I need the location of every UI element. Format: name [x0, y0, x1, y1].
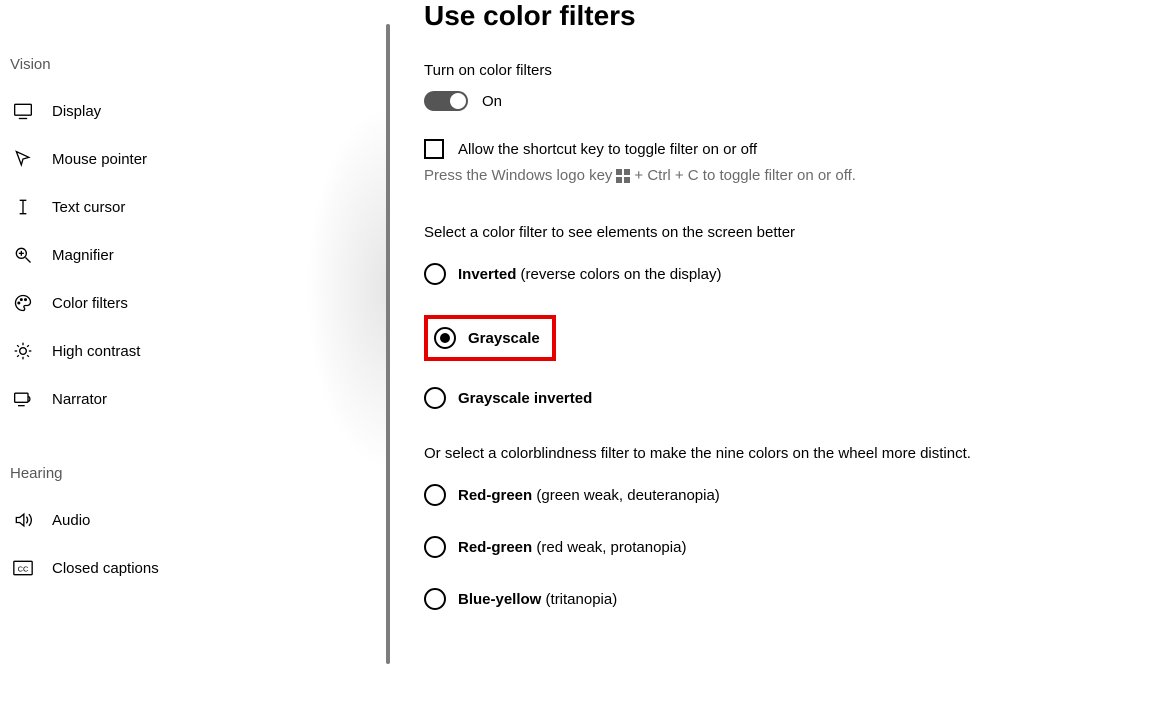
magnifier-icon	[12, 244, 34, 266]
radio-grayscale-inverted[interactable]: Grayscale inverted	[424, 387, 1162, 409]
radio-redgreen-protanopia[interactable]: Red-green (red weak, protanopia)	[424, 536, 1162, 558]
color-filters-toggle[interactable]	[424, 91, 468, 111]
toggle-state-label: On	[482, 93, 502, 110]
svg-text:CC: CC	[18, 564, 29, 573]
radio-button	[434, 327, 456, 349]
radio-label: Grayscale inverted	[458, 390, 592, 407]
radio-inverted[interactable]: Inverted (reverse colors on the display)	[424, 263, 1162, 285]
shortcut-hint: Press the Windows logo key + Ctrl + C to…	[424, 167, 1162, 184]
cc-icon: CC	[12, 557, 34, 579]
page-title: Use color filters	[424, 0, 1162, 32]
select-filter-label: Select a color filter to see elements on…	[424, 224, 1162, 241]
narrator-icon	[12, 388, 34, 410]
radio-blueyellow-tritanopia[interactable]: Blue-yellow (tritanopia)	[424, 588, 1162, 610]
radio-button	[424, 387, 446, 409]
text-cursor-icon	[12, 196, 34, 218]
toggle-knob	[450, 93, 466, 109]
sidebar-item-label: Text cursor	[52, 199, 125, 216]
toggle-row: On	[424, 91, 1162, 111]
sidebar-item-label: Magnifier	[52, 247, 114, 264]
sidebar-item-label: Narrator	[52, 391, 107, 408]
radio-grayscale[interactable]: Grayscale	[434, 327, 540, 349]
radio-redgreen-deuteranopia[interactable]: Red-green (green weak, deuteranopia)	[424, 484, 1162, 506]
radio-button	[424, 263, 446, 285]
radio-label: Grayscale	[468, 330, 540, 347]
sidebar-item-label: High contrast	[52, 343, 140, 360]
sidebar-item-label: Color filters	[52, 295, 128, 312]
sidebar-item-label: Closed captions	[52, 560, 159, 577]
radio-button	[424, 484, 446, 506]
colorblind-filter-label: Or select a colorblindness filter to mak…	[424, 445, 984, 462]
speaker-icon	[12, 509, 34, 531]
shortcut-checkbox-label: Allow the shortcut key to toggle filter …	[458, 141, 757, 158]
windows-logo-icon	[616, 169, 630, 183]
shortcut-checkbox[interactable]	[424, 139, 444, 159]
hint-text-b: + Ctrl + C to toggle filter on or off.	[634, 167, 856, 184]
monitor-icon	[12, 100, 34, 122]
radio-label: Inverted (reverse colors on the display)	[458, 266, 721, 283]
settings-window: Vision Display Mouse pointer Text cursor…	[0, 0, 1162, 720]
radio-label: Red-green (green weak, deuteranopia)	[458, 487, 720, 504]
radio-label: Blue-yellow (tritanopia)	[458, 591, 617, 608]
palette-icon	[12, 292, 34, 314]
sidebar-scrollbar[interactable]	[386, 24, 390, 664]
radio-button	[424, 588, 446, 610]
radio-label: Red-green (red weak, protanopia)	[458, 539, 686, 556]
brightness-icon	[12, 340, 34, 362]
sidebar: Vision Display Mouse pointer Text cursor…	[0, 0, 390, 720]
sidebar-item-label: Audio	[52, 512, 90, 529]
sidebar-item-label: Mouse pointer	[52, 151, 147, 168]
content-pane: Use color filters Turn on color filters …	[390, 0, 1162, 720]
shortcut-checkbox-row: Allow the shortcut key to toggle filter …	[424, 139, 1162, 159]
highlight-box: Grayscale	[424, 315, 556, 361]
mouse-pointer-icon	[12, 148, 34, 170]
sidebar-shadow	[250, 0, 390, 720]
hint-text-a: Press the Windows logo key	[424, 167, 612, 184]
radio-button	[424, 536, 446, 558]
sidebar-item-label: Display	[52, 103, 101, 120]
toggle-section-title: Turn on color filters	[424, 62, 1162, 79]
